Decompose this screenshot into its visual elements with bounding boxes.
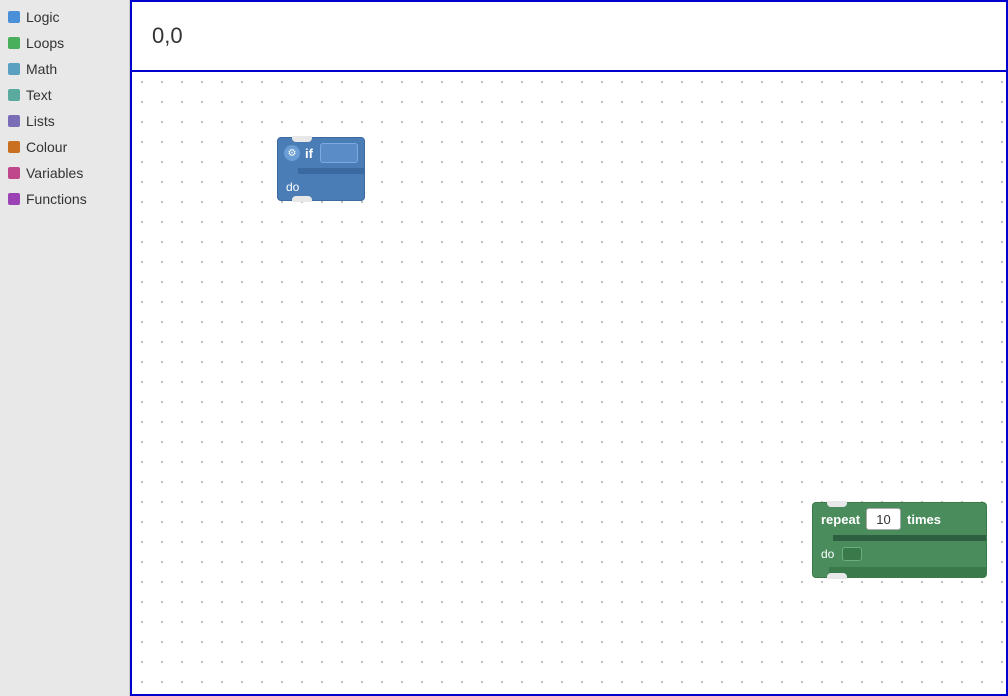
- sidebar-label-variables: Variables: [26, 165, 83, 181]
- repeat-block[interactable]: repeat 10 times do: [812, 502, 987, 578]
- repeat-bottom-bar: [829, 567, 986, 577]
- sidebar-item-math[interactable]: Math: [0, 56, 129, 82]
- repeat-count-input[interactable]: 10: [866, 508, 901, 530]
- colour-color-dot: [8, 141, 20, 153]
- sidebar-label-functions: Functions: [26, 191, 87, 207]
- main-area: 0,0 ⚙ if do: [130, 0, 1008, 696]
- sidebar-label-lists: Lists: [26, 113, 55, 129]
- condition-slot[interactable]: [320, 143, 358, 163]
- sidebar-item-colour[interactable]: Colour: [0, 134, 129, 160]
- sidebar-label-loops: Loops: [26, 35, 64, 51]
- if-block-do-row: do: [278, 174, 364, 200]
- if-block-bottom-notch: [292, 196, 312, 202]
- if-block[interactable]: ⚙ if do: [277, 137, 365, 201]
- canvas-area[interactable]: ⚙ if do re: [130, 70, 1008, 696]
- if-block-top-row: ⚙ if: [278, 138, 364, 168]
- repeat-do-slot[interactable]: [842, 547, 862, 561]
- coord-bar: 0,0: [130, 0, 1008, 70]
- sidebar-label-math: Math: [26, 61, 57, 77]
- sidebar-item-loops[interactable]: Loops: [0, 30, 129, 56]
- gear-icon[interactable]: ⚙: [284, 145, 300, 161]
- math-color-dot: [8, 63, 20, 75]
- repeat-do-label: do: [821, 547, 834, 561]
- repeat-count-value: 10: [876, 512, 890, 527]
- loops-color-dot: [8, 37, 20, 49]
- sidebar-label-text: Text: [26, 87, 52, 103]
- if-block-top-notch: [292, 136, 312, 142]
- do-label: do: [286, 180, 299, 194]
- if-label: if: [305, 146, 313, 161]
- repeat-label: repeat: [821, 512, 860, 527]
- sidebar-item-variables[interactable]: Variables: [0, 160, 129, 186]
- sidebar-item-lists[interactable]: Lists: [0, 108, 129, 134]
- functions-color-dot: [8, 193, 20, 205]
- lists-color-dot: [8, 115, 20, 127]
- logic-color-dot: [8, 11, 20, 23]
- repeat-bottom-notch: [827, 573, 847, 579]
- text-color-dot: [8, 89, 20, 101]
- variables-color-dot: [8, 167, 20, 179]
- sidebar: Logic Loops Math Text Lists Colour Varia…: [0, 0, 130, 696]
- coord-display: 0,0: [152, 23, 183, 49]
- sidebar-label-colour: Colour: [26, 139, 67, 155]
- repeat-top-row: repeat 10 times: [813, 503, 986, 535]
- times-label: times: [907, 512, 941, 527]
- sidebar-label-logic: Logic: [26, 9, 59, 25]
- repeat-top-notch: [827, 501, 847, 507]
- repeat-do-row: do: [813, 541, 986, 567]
- sidebar-item-text[interactable]: Text: [0, 82, 129, 108]
- sidebar-item-functions[interactable]: Functions: [0, 186, 129, 212]
- sidebar-item-logic[interactable]: Logic: [0, 4, 129, 30]
